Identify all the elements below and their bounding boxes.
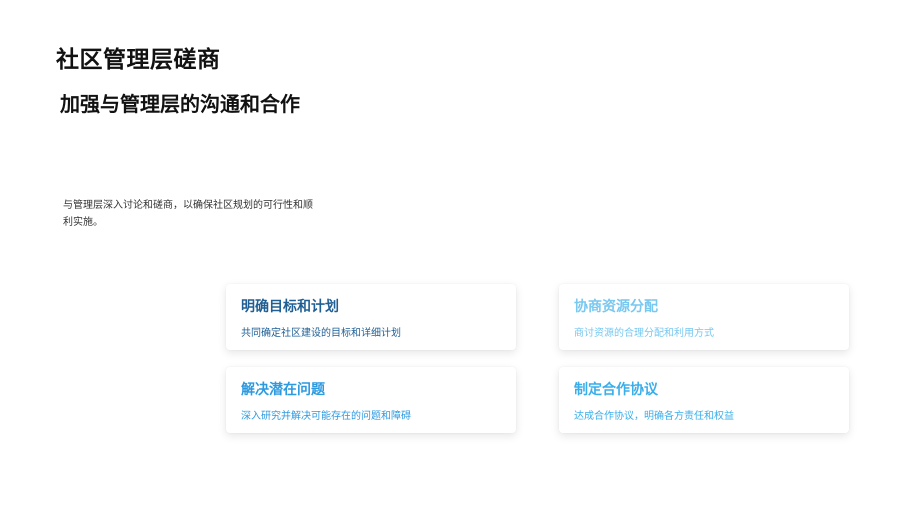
card-title: 协商资源分配 <box>574 299 658 315</box>
card-clarify-goals: 明确目标和计划 共同确定社区建设的目标和详细计划 <box>226 284 516 350</box>
card-cooperation-agreement: 制定合作协议 达成合作协议，明确各方责任和权益 <box>559 367 849 433</box>
card-text: 商讨资源的合理分配和利用方式 <box>574 328 714 339</box>
slide-description: 与管理层深入讨论和磋商，以确保社区规划的可行性和顺利实施。 <box>63 200 313 228</box>
slide-title: 社区管理层磋商 <box>56 47 221 73</box>
card-text: 达成合作协议，明确各方责任和权益 <box>574 411 734 422</box>
card-title: 解决潜在问题 <box>241 382 325 398</box>
card-solve-problems: 解决潜在问题 深入研究并解决可能存在的问题和障碍 <box>226 367 516 433</box>
card-title: 明确目标和计划 <box>241 299 339 315</box>
card-text: 共同确定社区建设的目标和详细计划 <box>241 328 401 339</box>
card-title: 制定合作协议 <box>574 382 658 398</box>
card-resource-allocation: 协商资源分配 商讨资源的合理分配和利用方式 <box>559 284 849 350</box>
slide-subtitle: 加强与管理层的沟通和合作 <box>60 92 300 116</box>
slide: 社区管理层磋商 加强与管理层的沟通和合作 与管理层深入讨论和磋商，以确保社区规划… <box>0 0 900 506</box>
card-text: 深入研究并解决可能存在的问题和障碍 <box>241 411 411 422</box>
